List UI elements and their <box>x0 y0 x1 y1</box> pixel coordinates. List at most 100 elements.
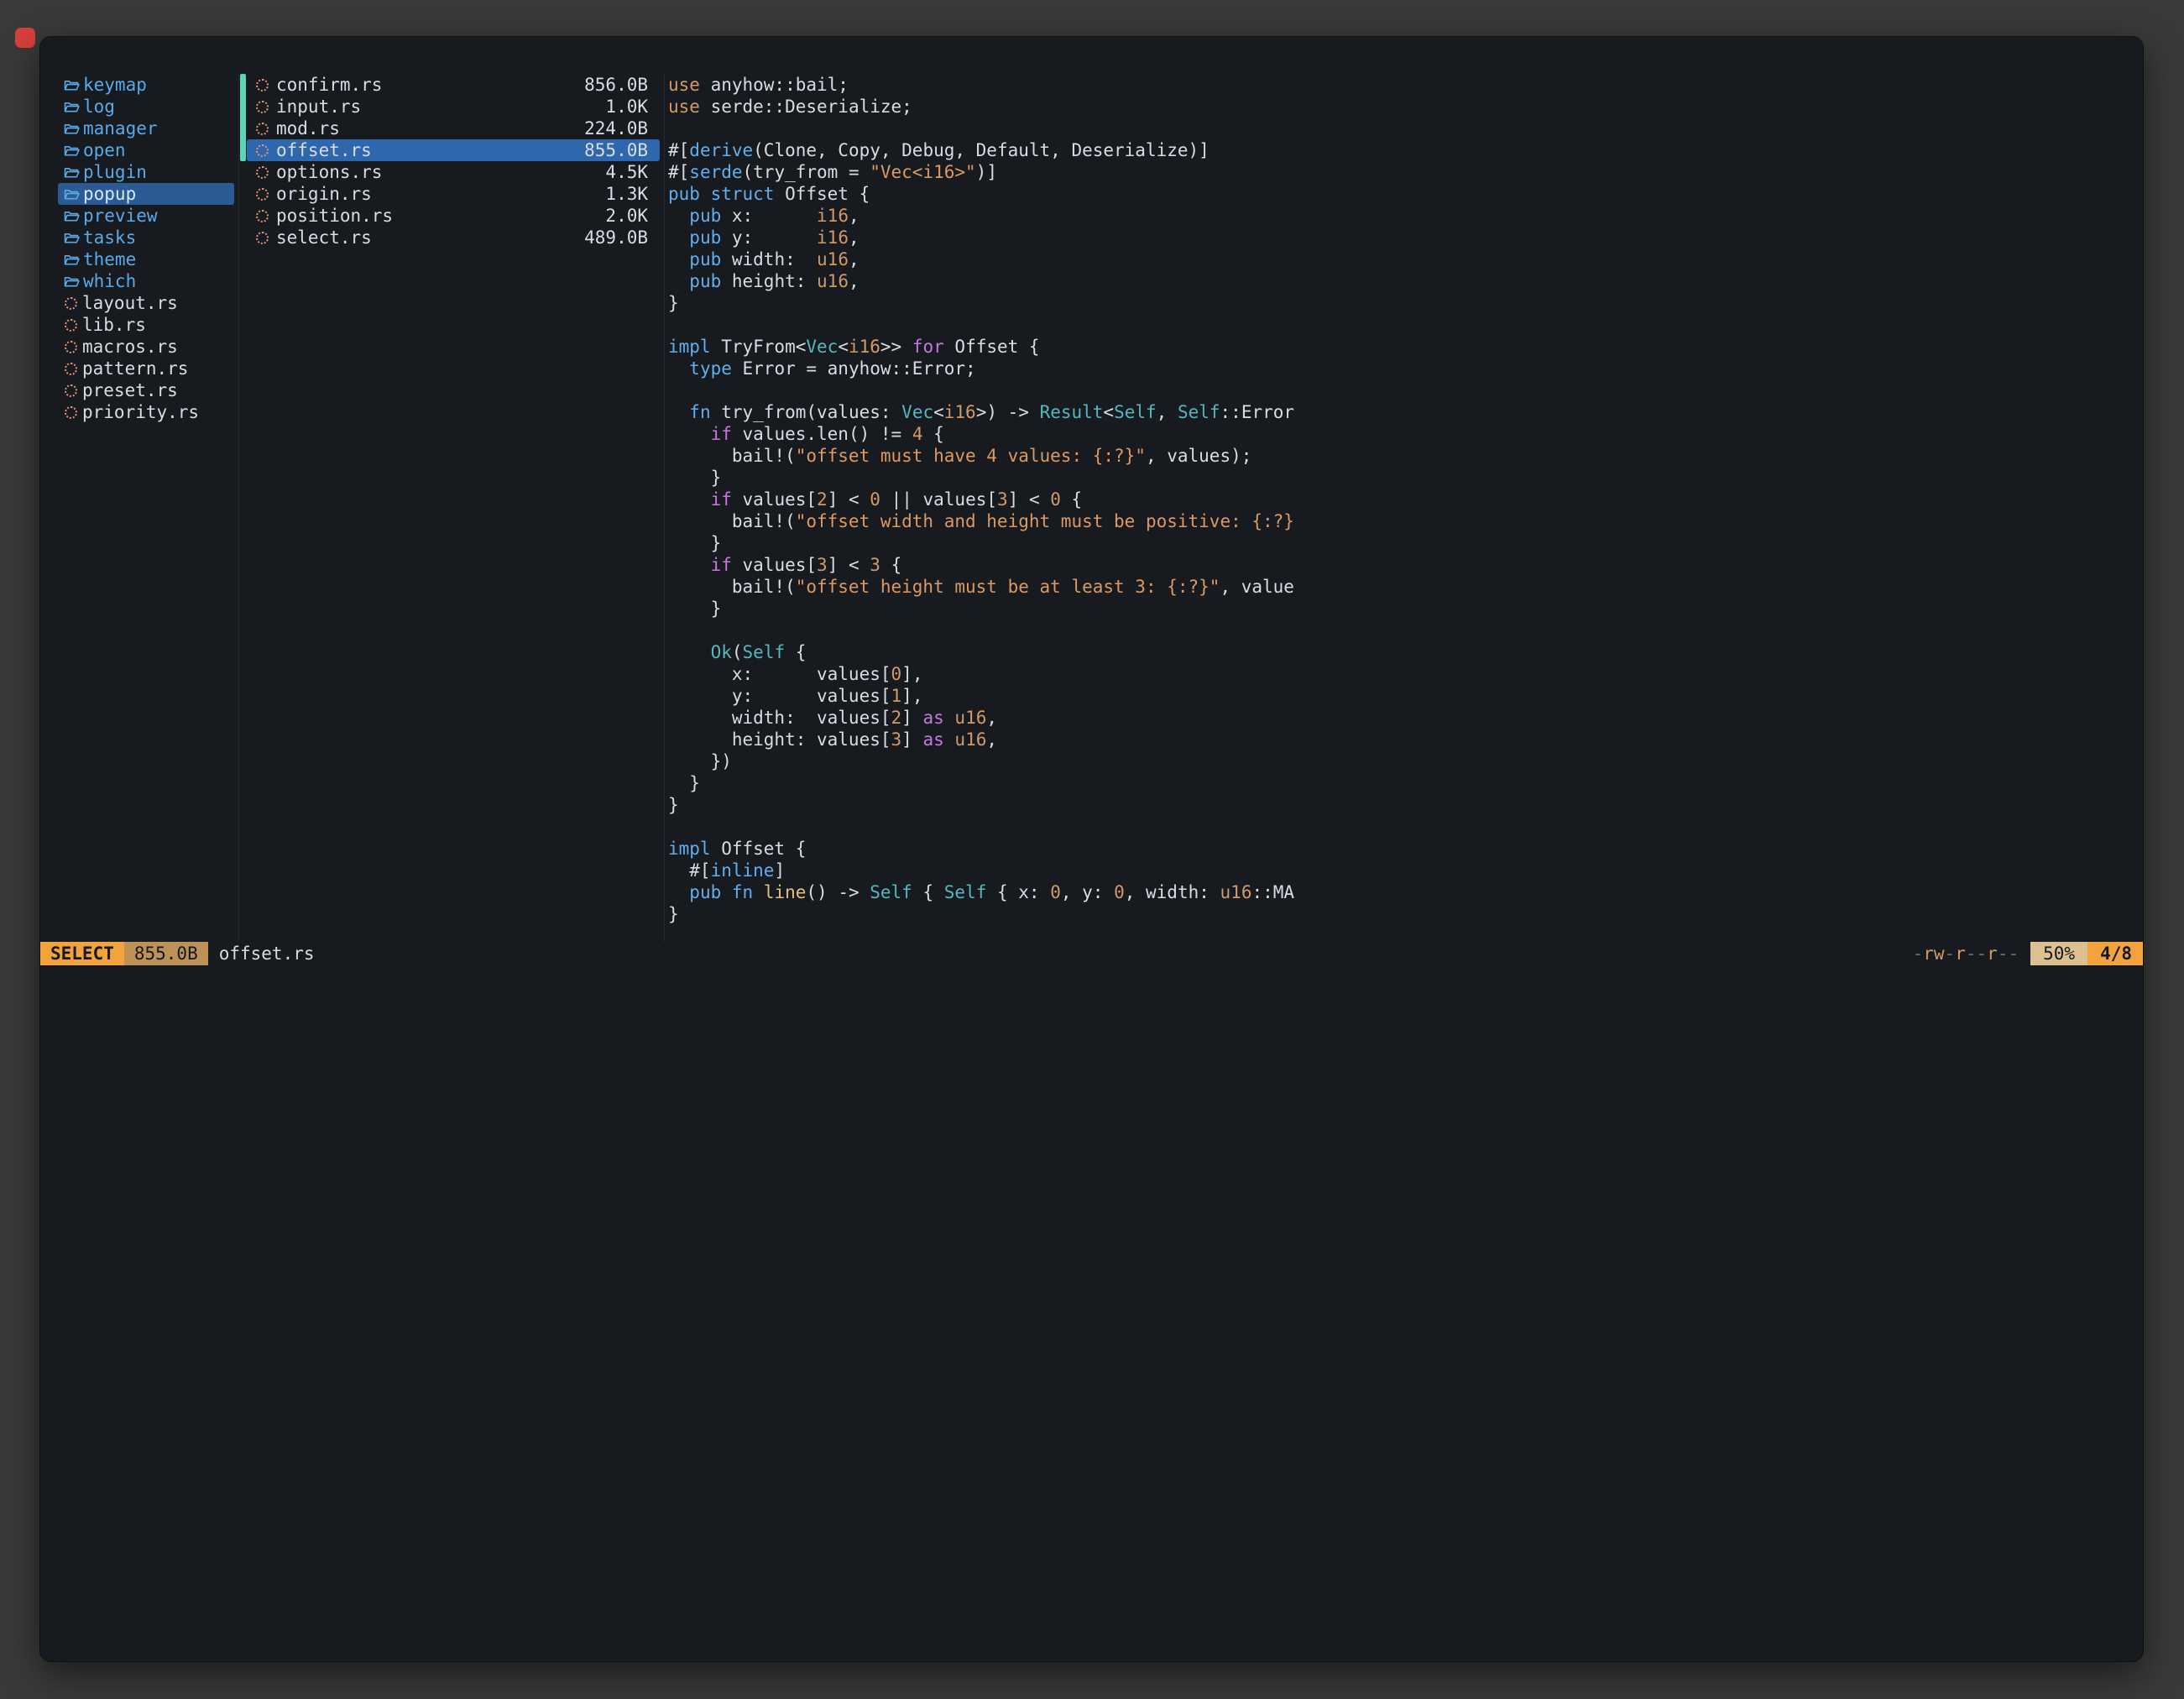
terminal-window: keymap log manager open <box>39 36 2144 1662</box>
file-size: 1.3K <box>605 184 648 204</box>
code-line: use serde::Deserialize; <box>668 96 2144 118</box>
sidebar-item-keymap[interactable]: keymap <box>58 74 234 96</box>
file-row-select-rs[interactable]: select.rs 489.0B <box>247 227 660 248</box>
sidebar-item-which[interactable]: which <box>58 270 234 292</box>
sidebar-item-label: manager <box>83 118 158 139</box>
code-line: if values[3] < 3 { <box>668 554 2144 576</box>
sidebar-item-label: macros.rs <box>82 337 178 357</box>
code-line: Ok(Self { <box>668 641 2144 663</box>
code-line: bail!("offset height must be at least 3:… <box>668 576 2144 598</box>
sidebar-item-macros-rs[interactable]: macros.rs <box>58 336 234 358</box>
sidebar-item-layout-rs[interactable]: layout.rs <box>58 292 234 314</box>
code-line: pub fn line() -> Self { Self { x: 0, y: … <box>668 881 2144 903</box>
folder-icon <box>64 100 80 113</box>
rust-file-icon <box>65 319 77 332</box>
sidebar-item-label: which <box>83 271 136 291</box>
file-row-position-rs[interactable]: position.rs 2.0K <box>247 205 660 227</box>
sidebar-item-label: priority.rs <box>82 402 199 422</box>
code-line: width: values[2] as u16, <box>668 707 2144 729</box>
rust-file-icon <box>65 384 77 397</box>
file-name: position.rs <box>276 206 605 226</box>
sidebar-item-theme[interactable]: theme <box>58 248 234 270</box>
code-line: fn try_from(values: Vec<i16>) -> Result<… <box>668 401 2144 423</box>
file-size: 489.0B <box>584 227 648 248</box>
code-line <box>668 619 2144 641</box>
scroll-percent-badge: 50% <box>2030 942 2087 965</box>
folder-icon <box>64 253 80 266</box>
marked-files-bar <box>240 74 246 161</box>
code-line: #[inline] <box>668 860 2144 881</box>
sidebar-item-log[interactable]: log <box>58 96 234 118</box>
status-left: SELECT 855.0B offset.rs <box>40 942 315 965</box>
file-row-origin-rs[interactable]: origin.rs 1.3K <box>247 183 660 205</box>
code-line: impl Offset { <box>668 838 2144 860</box>
rust-file-icon <box>256 188 269 201</box>
code-line: bail!("offset width and height must be p… <box>668 510 2144 532</box>
code-line: y: values[1], <box>668 685 2144 707</box>
file-size: 856.0B <box>584 75 648 95</box>
parent-pane: keymap log manager open <box>58 74 234 423</box>
folder-icon <box>64 209 80 222</box>
file-row-options-rs[interactable]: options.rs 4.5K <box>247 161 660 183</box>
sidebar-item-tasks[interactable]: tasks <box>58 227 234 248</box>
folder-icon <box>64 231 80 244</box>
file-name: origin.rs <box>276 184 605 204</box>
code-line: if values.len() != 4 { <box>668 423 2144 445</box>
code-line: use anyhow::bail; <box>668 74 2144 96</box>
sidebar-item-label: layout.rs <box>82 293 178 313</box>
code-line: pub y: i16, <box>668 227 2144 248</box>
sidebar-item-open[interactable]: open <box>58 139 234 161</box>
code-line: } <box>668 772 2144 794</box>
code-line: }) <box>668 750 2144 772</box>
sidebar-item-popup[interactable]: popup <box>58 183 234 205</box>
file-rows: confirm.rs 856.0B input.rs 1.0K mod.rs 2… <box>247 74 660 248</box>
sidebar-item-pattern-rs[interactable]: pattern.rs <box>58 358 234 379</box>
sidebar-item-label: preset.rs <box>82 380 178 400</box>
sidebar-item-manager[interactable]: manager <box>58 118 234 139</box>
sidebar-item-label: open <box>83 140 126 160</box>
file-row-input-rs[interactable]: input.rs 1.0K <box>247 96 660 118</box>
file-name: options.rs <box>276 162 605 182</box>
code-line: pub struct Offset { <box>668 183 2144 205</box>
sidebar-item-preview[interactable]: preview <box>58 205 234 227</box>
folder-icon <box>64 274 80 288</box>
status-bar: SELECT 855.0B offset.rs -rw-r--r-- 50% 4… <box>40 942 2144 965</box>
code-line <box>668 314 2144 336</box>
rust-file-icon <box>65 297 77 310</box>
file-row-offset-rs[interactable]: offset.rs 855.0B <box>247 139 660 161</box>
code-line: } <box>668 532 2144 554</box>
rust-file-icon <box>256 232 269 244</box>
rust-file-icon <box>65 363 77 375</box>
sidebar-item-label: tasks <box>83 227 136 248</box>
code-line: pub x: i16, <box>668 205 2144 227</box>
file-size: 2.0K <box>605 206 648 226</box>
code-line: height: values[3] as u16, <box>668 729 2144 750</box>
code-line: type Error = anyhow::Error; <box>668 358 2144 379</box>
file-size: 855.0B <box>584 140 648 160</box>
sidebar-item-label: plugin <box>83 162 147 182</box>
code-line <box>668 118 2144 139</box>
sidebar-item-plugin[interactable]: plugin <box>58 161 234 183</box>
folder-icon <box>64 122 80 135</box>
permissions-text: -rw-r--r-- <box>1913 942 2019 965</box>
file-name: select.rs <box>276 227 584 248</box>
rust-file-icon <box>256 101 269 113</box>
sidebar-item-label: popup <box>83 184 136 204</box>
file-size-badge: 855.0B <box>124 942 208 965</box>
folder-icon <box>64 144 80 157</box>
file-row-mod-rs[interactable]: mod.rs 224.0B <box>247 118 660 139</box>
sidebar-item-lib-rs[interactable]: lib.rs <box>58 314 234 336</box>
code-line: pub width: u16, <box>668 248 2144 270</box>
sidebar-item-preset-rs[interactable]: preset.rs <box>58 379 234 401</box>
sidebar-item-priority-rs[interactable]: priority.rs <box>58 401 234 423</box>
rust-file-icon <box>65 341 77 353</box>
file-row-confirm-rs[interactable]: confirm.rs 856.0B <box>247 74 660 96</box>
code-line: bail!("offset must have 4 values: {:?}",… <box>668 445 2144 467</box>
folder-icon <box>64 165 80 179</box>
code-line: } <box>668 598 2144 619</box>
code-line: if values[2] < 0 || values[3] < 0 { <box>668 489 2144 510</box>
folder-icon <box>64 78 80 91</box>
code-line <box>668 379 2144 401</box>
pane-separator <box>664 74 665 942</box>
folder-icon <box>64 187 80 201</box>
